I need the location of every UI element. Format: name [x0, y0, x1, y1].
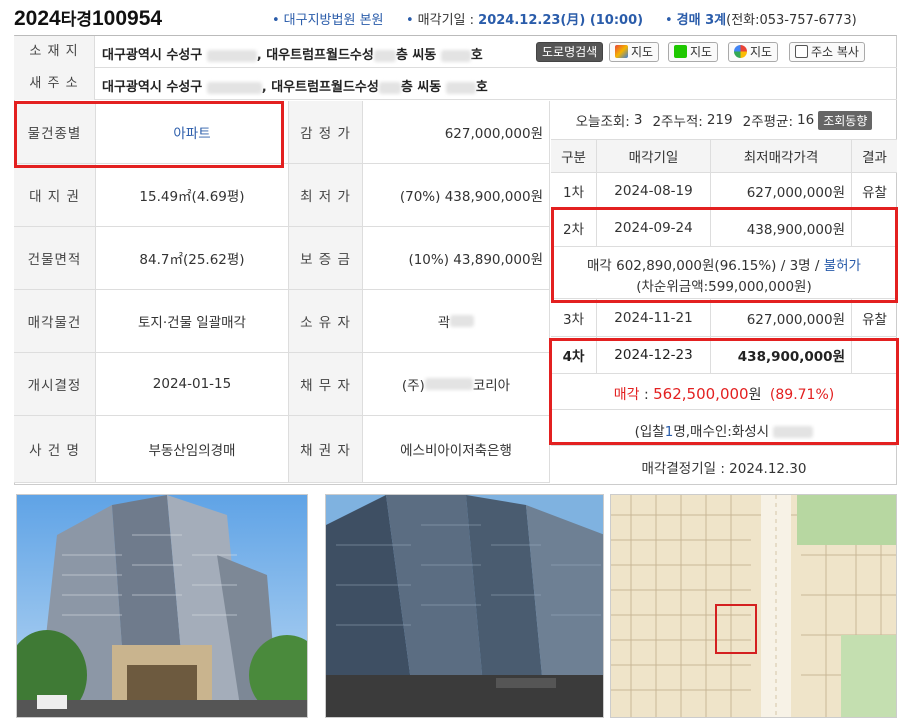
google-icon	[734, 45, 747, 58]
land-right-value: 15.49㎡(4.69평)	[96, 164, 289, 227]
apartment-complex-image	[17, 495, 307, 717]
appraisal-value: 627,000,000원	[363, 101, 550, 164]
creditor-label: 채 권 자	[289, 416, 363, 483]
round-3-row: 3차 2024-11-21 627,000,000원 유찰	[551, 299, 897, 337]
type-label: 물건종별	[14, 101, 96, 164]
apartment-tower-image	[326, 495, 603, 717]
sale-item-label: 매각물건	[14, 290, 96, 353]
building-area-value: 84.7㎡(25.62평)	[96, 227, 289, 290]
new-address-label: 새 주 소	[14, 68, 95, 100]
location-row: 소 재 지 대구광역시 수성구 , 대우트럼프월드수성 층 씨동 호 도로명검색 …	[14, 36, 897, 68]
deposit-value: (10%) 43,890,000원	[363, 227, 550, 290]
round-4-bidder-info: (입찰1명,매수인:화성시	[551, 410, 897, 446]
court-name[interactable]: • 대구지방법원 본원	[272, 9, 383, 28]
sale-decision-date: 매각결정기일 : 2024.12.30	[641, 461, 807, 477]
department-info: • 경매 3계(전화:053-757-6773)	[665, 13, 857, 28]
round-2-sale-detail: 매각 602,890,000원(96.15%) / 3명 / 불허가 (차순위금…	[551, 247, 897, 299]
start-decision-label: 개시결정	[14, 353, 96, 416]
copy-address-button[interactable]: 주소 복사	[789, 42, 865, 62]
building-photo-1[interactable]	[16, 494, 308, 718]
view-trend-button[interactable]: 조회동향	[818, 110, 873, 130]
road-search-button[interactable]: 도로명검색	[536, 42, 604, 62]
daum-map-button[interactable]: 지도	[609, 42, 660, 62]
type-value: 아파트	[96, 101, 289, 164]
building-photo-2[interactable]	[325, 494, 604, 718]
minimum-price-label: 최 저 가	[289, 164, 363, 227]
round-4-sale-result: 매각 : 562,500,000원 (89.71%)	[551, 374, 897, 410]
sale-date: • 매각기일 : 2024.12.23(月) (10:00)	[406, 13, 644, 28]
minimum-price-value: (70%) 438,900,000원	[363, 164, 550, 227]
case-number: 2024타경100954	[14, 7, 163, 30]
appraisal-label: 감 정 가	[289, 101, 363, 164]
owner-label: 소 유 자	[289, 290, 363, 353]
location-map[interactable]	[610, 494, 897, 718]
daum-icon	[615, 45, 628, 58]
deposit-label: 보 증 금	[289, 227, 363, 290]
location-label: 소 재 지	[14, 36, 95, 68]
sale-item-value: 토지·건물 일괄매각	[96, 290, 289, 353]
owner-value: 곽	[363, 290, 550, 353]
location-value: 대구광역시 수성구 , 대우트럼프월드수성 층 씨동 호	[102, 48, 483, 63]
debtor-value: (주) 코리아	[363, 353, 550, 416]
naver-icon	[674, 45, 687, 58]
round-4-row: 4차 2024-12-23 438,900,000원	[551, 337, 897, 374]
case-name-label: 사 건 명	[14, 416, 96, 483]
building-area-label: 건물면적	[14, 227, 96, 290]
debtor-label: 채 무 자	[289, 353, 363, 416]
cadastral-map-image	[611, 495, 896, 717]
disapproval-link[interactable]: 불허가	[824, 258, 861, 274]
round-1-row: 1차 2024-08-19 627,000,000원 유찰	[551, 173, 897, 209]
property-photos	[14, 494, 897, 718]
google-map-button[interactable]: 지도	[728, 42, 779, 62]
history-header-row: 구분 매각기일 최저매각가격 결과	[551, 139, 897, 173]
naver-map-button[interactable]: 지도	[668, 42, 719, 62]
sale-history-panel: 오늘조회: 3 2주누적: 219 2주평균: 16 조회동향 구분 매각기일 …	[551, 101, 897, 485]
case-header: 2024타경100954 • 대구지방법원 본원 • 매각기일 : 2024.12.…	[0, 0, 910, 36]
new-address-value: 대구광역시 수성구 , 대우트럼프월드수성 층 씨동 호	[102, 80, 488, 95]
view-stats: 오늘조회: 3 2주누적: 219 2주평균: 16 조회동향	[551, 101, 897, 139]
start-decision-value: 2024-01-15	[96, 353, 289, 416]
creditor-value: 에스비아이저축은행	[363, 416, 550, 483]
property-info-grid: 물건종별 아파트 감 정 가 627,000,000원 대 지 권 15.49㎡…	[14, 101, 550, 485]
land-right-label: 대 지 권	[14, 164, 96, 227]
round-2-row: 2차 2024-09-24 438,900,000원	[551, 209, 897, 247]
copy-icon	[795, 45, 808, 58]
new-address-row: 새 주 소 대구광역시 수성구 , 대우트럼프월드수성 층 씨동 호	[14, 68, 897, 100]
case-name-value: 부동산임의경매	[96, 416, 289, 483]
